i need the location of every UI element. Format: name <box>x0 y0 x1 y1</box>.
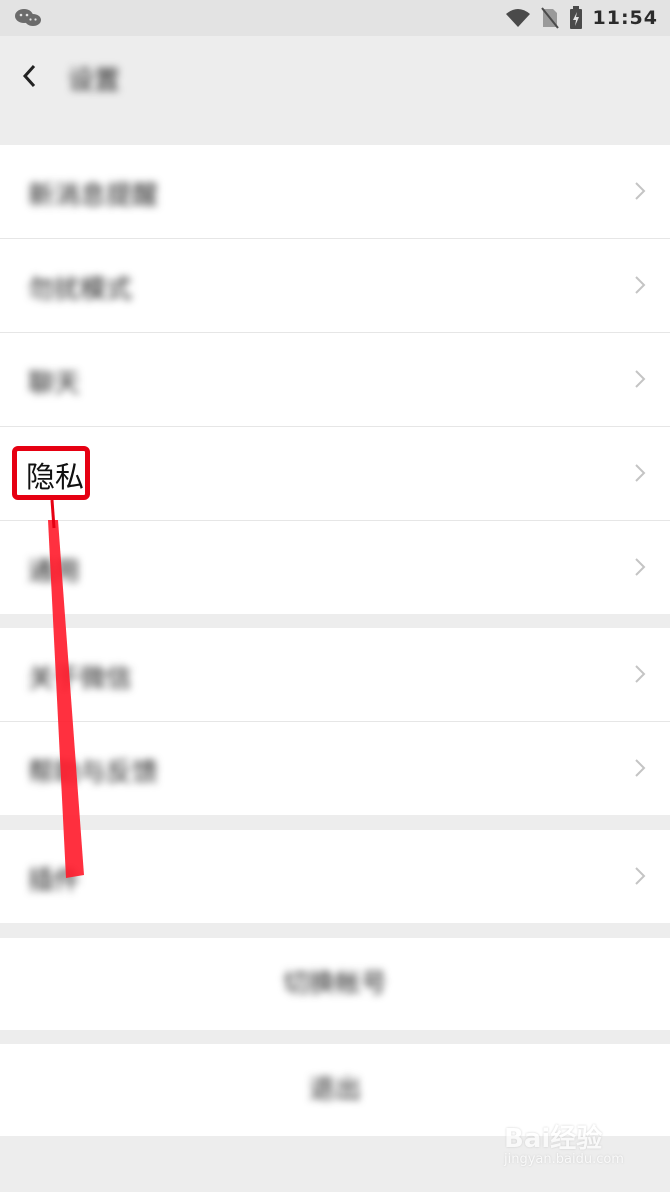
annotation-arrow <box>48 499 84 878</box>
baidu-watermark: Bai经验 jingyan.baidu.com <box>504 1118 634 1178</box>
watermark-url: jingyan.baidu.com <box>504 1152 624 1167</box>
watermark-brand: Bai经验 <box>504 1124 603 1154</box>
highlight-label: 隐私 <box>26 460 85 494</box>
